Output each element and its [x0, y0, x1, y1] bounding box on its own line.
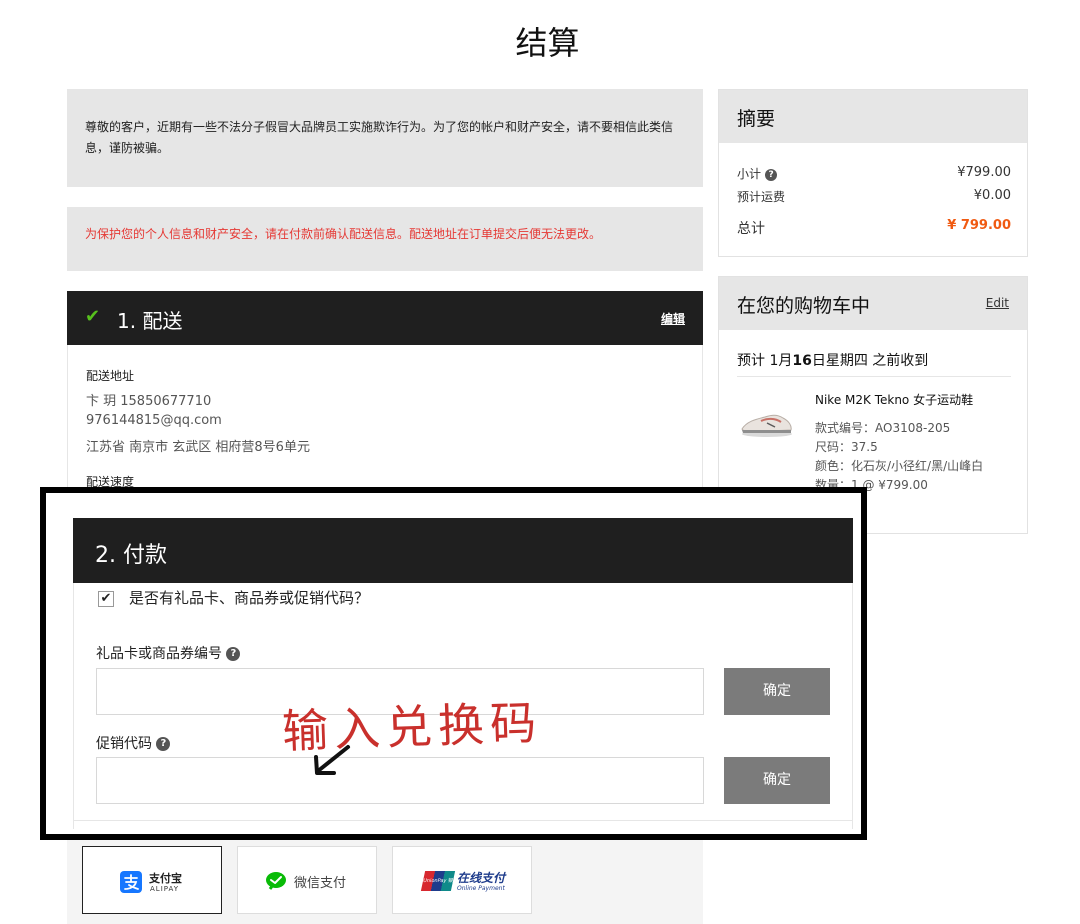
recipient-address: 江苏省 南京市 玄武区 相府营8号6单元: [86, 440, 310, 455]
cart-title: 在您的购物车中: [737, 295, 871, 317]
fraud-warning-text: 尊敬的客户，近期有一些不法分子假冒大品牌员工实施欺诈行为。为了您的帐户和财产安全…: [85, 120, 674, 155]
page-title: 结算: [515, 24, 580, 62]
cart-header: 在您的购物车中 Edit: [719, 277, 1027, 330]
total-row: 总计 ¥ 799.00: [737, 218, 1011, 238]
product-size: 尺码：37.5: [815, 440, 878, 454]
help-icon[interactable]: ?: [156, 737, 171, 751]
subtotal-row: 小计 ? ¥799.00: [737, 165, 1011, 182]
payment-options-area: 支付宝 ALIPAY 微信支付 UnionPay 银联 在线支付 Online …: [67, 840, 703, 924]
subtotal-value: ¥799.00: [957, 165, 1011, 180]
wechat-icon: [266, 872, 286, 890]
unionpay-label: 在线支付: [457, 871, 506, 885]
shipping-edit-link[interactable]: 编辑: [661, 310, 685, 327]
wechat-pay-option[interactable]: 微信支付: [237, 846, 377, 914]
giftcard-label: 礼品卡或商品券编号: [96, 646, 222, 662]
product-name[interactable]: Nike M2K Tekno 女子运动鞋: [815, 391, 973, 408]
cart-edit-link[interactable]: Edit: [986, 296, 1009, 310]
summary-title: 摘要: [737, 108, 776, 130]
unionpay-sublabel: Online Payment: [457, 885, 505, 892]
delivery-prefix: 预计 1月: [737, 353, 793, 369]
wechat-label: 微信支付: [294, 876, 347, 891]
recipient-email: 976144815@qq.com: [86, 413, 222, 428]
checkmark-icon: ✔: [85, 306, 101, 327]
promo-confirm-button[interactable]: 确定: [724, 757, 830, 804]
payment-divider: [74, 820, 852, 821]
shipping-section-header: ✔ 1. 配送 编辑: [67, 291, 703, 345]
fraud-warning-notice: 尊敬的客户，近期有一些不法分子假冒大品牌员工实施欺诈行为。为了您的帐户和财产安全…: [67, 89, 703, 187]
help-icon[interactable]: ?: [226, 647, 241, 661]
help-icon[interactable]: ?: [765, 168, 778, 181]
confirm-address-notice: 为保护您的个人信息和财产安全，请在付款前确认配送信息。配送地址在订单提交后便无法…: [67, 207, 703, 271]
product-style: 款式编号：AO3108-205: [815, 421, 951, 435]
address-label: 配送地址: [86, 369, 135, 383]
promo-label: 促销代码: [96, 736, 152, 752]
payment-step-title: 2. 付款: [95, 543, 167, 568]
product-thumbnail[interactable]: [739, 409, 795, 439]
product-color: 颜色：化石灰/小径红/黑/山峰白: [815, 459, 984, 473]
unionpay-icon: UnionPay 银联: [420, 871, 456, 891]
alipay-label: 支付宝: [149, 872, 182, 885]
gift-code-checkbox[interactable]: ✔: [98, 591, 114, 607]
promo-code-input[interactable]: [96, 757, 704, 804]
delivery-suffix: 日星期四 之前收到: [811, 353, 929, 369]
total-label: 总计: [737, 221, 765, 237]
shipping-fee-row: 预计运费 ¥0.00: [737, 188, 1011, 205]
arrow-icon: [314, 745, 350, 775]
delivery-estimate: 预计 1月16日星期四 之前收到: [737, 350, 1011, 377]
shipping-fee-label: 预计运费: [737, 190, 786, 204]
recipient-name-phone: 卞 玥 15850677710: [86, 394, 212, 409]
unionpay-badge-text: UnionPay 银联: [422, 878, 454, 884]
confirm-address-text: 为保护您的个人信息和财产安全，请在付款前确认配送信息。配送地址在订单提交后便无法…: [85, 227, 602, 241]
shipping-fee-value: ¥0.00: [973, 188, 1011, 203]
gift-code-checkbox-label[interactable]: 是否有礼品卡、商品券或促销代码？: [129, 587, 369, 608]
unionpay-option[interactable]: UnionPay 银联 在线支付 Online Payment: [392, 846, 532, 914]
summary-panel: 摘要 小计 ? ¥799.00 预计运费 ¥0.00 总计 ¥ 799.00: [718, 89, 1028, 257]
shipping-details: 配送地址 卞 玥 15850677710 976144815@qq.com 江苏…: [67, 345, 703, 495]
alipay-sublabel: ALIPAY: [150, 885, 180, 893]
alipay-icon: [120, 871, 142, 893]
total-value: ¥ 799.00: [947, 218, 1011, 233]
delivery-day: 16: [792, 353, 812, 369]
payment-highlight-frame: 2. 付款 ✔ 是否有礼品卡、商品券或促销代码？ 礼品卡或商品券编号 ? 确定 …: [40, 487, 867, 840]
promo-label-row: 促销代码 ?: [96, 733, 171, 753]
alipay-option[interactable]: 支付宝 ALIPAY: [82, 846, 222, 914]
subtotal-label: 小计: [737, 167, 762, 181]
summary-header: 摘要: [719, 90, 1027, 143]
shipping-step-title: 1. 配送: [117, 309, 183, 333]
giftcard-confirm-button[interactable]: 确定: [724, 668, 830, 715]
payment-section-header: 2. 付款: [73, 518, 853, 583]
giftcard-label-row: 礼品卡或商品券编号 ?: [96, 643, 241, 663]
